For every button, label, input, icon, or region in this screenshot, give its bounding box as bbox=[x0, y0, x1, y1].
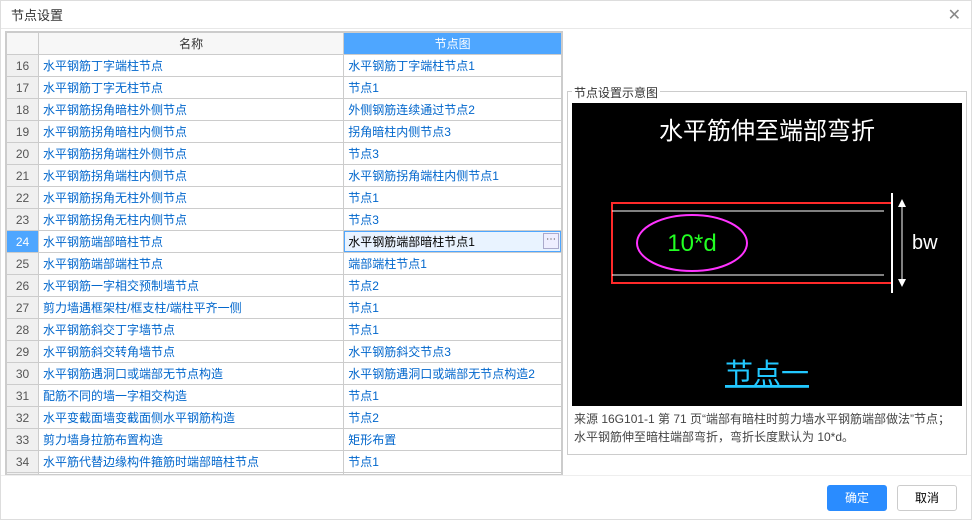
diagram-title: 水平筋伸至端部弯折 bbox=[659, 118, 875, 145]
cell-name[interactable]: 水平筋代替边缘构件箍筋时端部暗柱节点 bbox=[39, 451, 344, 473]
row-number[interactable]: 25 bbox=[7, 253, 39, 275]
cell-name[interactable]: 剪力墙身拉筋布置构造 bbox=[39, 429, 344, 451]
preview-diagram: 水平筋伸至端部弯折 bw 10*d 节点一 bbox=[572, 103, 962, 406]
cell-name[interactable]: 水平钢筋斜交丁字墙节点 bbox=[39, 319, 344, 341]
cell-node-image[interactable]: 节点3 bbox=[344, 209, 562, 231]
cell-node-image[interactable]: 节点1 bbox=[344, 187, 562, 209]
cell-name[interactable]: 配筋不同的墙一字相交构造 bbox=[39, 385, 344, 407]
row-number[interactable]: 28 bbox=[7, 319, 39, 341]
diagram-node-label: 节点一 bbox=[725, 358, 809, 389]
row-number[interactable]: 31 bbox=[7, 385, 39, 407]
cell-name[interactable]: 水平钢筋拐角端柱内侧节点 bbox=[39, 165, 344, 187]
cell-name[interactable]: 水平钢筋拐角端柱外侧节点 bbox=[39, 143, 344, 165]
row-number[interactable]: 21 bbox=[7, 165, 39, 187]
cell-node-image[interactable]: 节点1 bbox=[344, 297, 562, 319]
cell-name[interactable]: 水平变截面墙变截面侧水平钢筋构造 bbox=[39, 407, 344, 429]
cell-name[interactable]: 水平钢筋拐角暗柱外侧节点 bbox=[39, 99, 344, 121]
col-rownum bbox=[7, 33, 39, 55]
cell-name[interactable]: 水平钢筋丁字端柱节点 bbox=[39, 55, 344, 77]
row-number[interactable]: 22 bbox=[7, 187, 39, 209]
cell-node-image[interactable]: ⋯ bbox=[344, 231, 562, 253]
dialog-title: 节点设置 bbox=[11, 5, 63, 24]
cancel-button[interactable]: 取消 bbox=[897, 485, 957, 511]
cell-name[interactable]: 水平钢筋一字相交预制墙节点 bbox=[39, 275, 344, 297]
cell-name[interactable]: 剪力墙遇框架柱/框支柱/端柱平齐一侧 bbox=[39, 297, 344, 319]
preview-source-text: 来源 16G101-1 第 71 页“端部有暗柱时剪力墙水平钢筋端部做法”节点；… bbox=[572, 406, 962, 450]
cell-node-image[interactable]: 节点2 bbox=[344, 407, 562, 429]
cell-node-image[interactable]: 节点2 bbox=[344, 275, 562, 297]
cell-node-image[interactable]: 水平钢筋斜交节点3 bbox=[344, 341, 562, 363]
col-name[interactable]: 名称 bbox=[39, 33, 344, 55]
diagram-formula: 10*d bbox=[667, 230, 716, 257]
node-table: 名称 节点图 16水平钢筋丁字端柱节点水平钢筋丁字端柱节点1 17水平钢筋丁字无柱… bbox=[6, 32, 562, 475]
row-number[interactable]: 19 bbox=[7, 121, 39, 143]
row-number[interactable]: 16 bbox=[7, 55, 39, 77]
col-node-image[interactable]: 节点图 bbox=[344, 33, 562, 55]
cell-node-image[interactable]: 水平钢筋丁字端柱节点1 bbox=[344, 55, 562, 77]
ellipsis-button[interactable]: ⋯ bbox=[543, 233, 559, 249]
cell-node-image[interactable]: 矩形布置 bbox=[344, 429, 562, 451]
cell-name[interactable]: 水平钢筋斜交转角墙节点 bbox=[39, 341, 344, 363]
row-number[interactable]: 18 bbox=[7, 99, 39, 121]
cell-name[interactable]: 水平钢筋拐角暗柱内侧节点 bbox=[39, 121, 344, 143]
row-number[interactable]: 17 bbox=[7, 77, 39, 99]
cell-name[interactable]: 水平钢筋丁字无柱节点 bbox=[39, 77, 344, 99]
row-number[interactable]: 26 bbox=[7, 275, 39, 297]
row-number[interactable]: 27 bbox=[7, 297, 39, 319]
diagram-bw-label: bw bbox=[912, 232, 938, 254]
close-icon[interactable]: ✕ bbox=[948, 5, 961, 25]
cell-node-image[interactable]: 外侧钢筋连续通过节点2 bbox=[344, 99, 562, 121]
row-number[interactable]: 33 bbox=[7, 429, 39, 451]
cell-name[interactable]: 水平钢筋端部暗柱节点 bbox=[39, 231, 344, 253]
cell-name[interactable]: 水平钢筋拐角无柱外侧节点 bbox=[39, 187, 344, 209]
row-number[interactable]: 30 bbox=[7, 363, 39, 385]
row-number[interactable]: 20 bbox=[7, 143, 39, 165]
cell-node-image[interactable]: 节点3 bbox=[344, 143, 562, 165]
row-number[interactable]: 34 bbox=[7, 451, 39, 473]
ok-button[interactable]: 确定 bbox=[827, 485, 887, 511]
cell-node-image[interactable]: 拐角暗柱内侧节点3 bbox=[344, 121, 562, 143]
cell-node-image[interactable]: 水平钢筋遇洞口或端部无节点构造2 bbox=[344, 363, 562, 385]
cell-name[interactable]: 水平钢筋遇洞口或端部无节点构造 bbox=[39, 363, 344, 385]
row-number[interactable]: 32 bbox=[7, 407, 39, 429]
row-number[interactable]: 29 bbox=[7, 341, 39, 363]
preview-group-title: 节点设置示意图 bbox=[572, 84, 660, 101]
cell-node-image[interactable]: 水平钢筋拐角端柱内侧节点1 bbox=[344, 165, 562, 187]
cell-node-image[interactable]: 节点1 bbox=[344, 77, 562, 99]
cell-node-image[interactable]: 节点1 bbox=[344, 385, 562, 407]
cell-node-image[interactable]: 端部端柱节点1 bbox=[344, 253, 562, 275]
cell-node-image[interactable]: 节点1 bbox=[344, 451, 562, 473]
row-number[interactable]: 23 bbox=[7, 209, 39, 231]
cell-name[interactable]: 水平钢筋拐角无柱内侧节点 bbox=[39, 209, 344, 231]
cell-name[interactable]: 水平钢筋端部端柱节点 bbox=[39, 253, 344, 275]
row-number[interactable]: 24 bbox=[7, 231, 39, 253]
node-image-input[interactable] bbox=[344, 231, 561, 252]
cell-node-image[interactable]: 节点1 bbox=[344, 319, 562, 341]
